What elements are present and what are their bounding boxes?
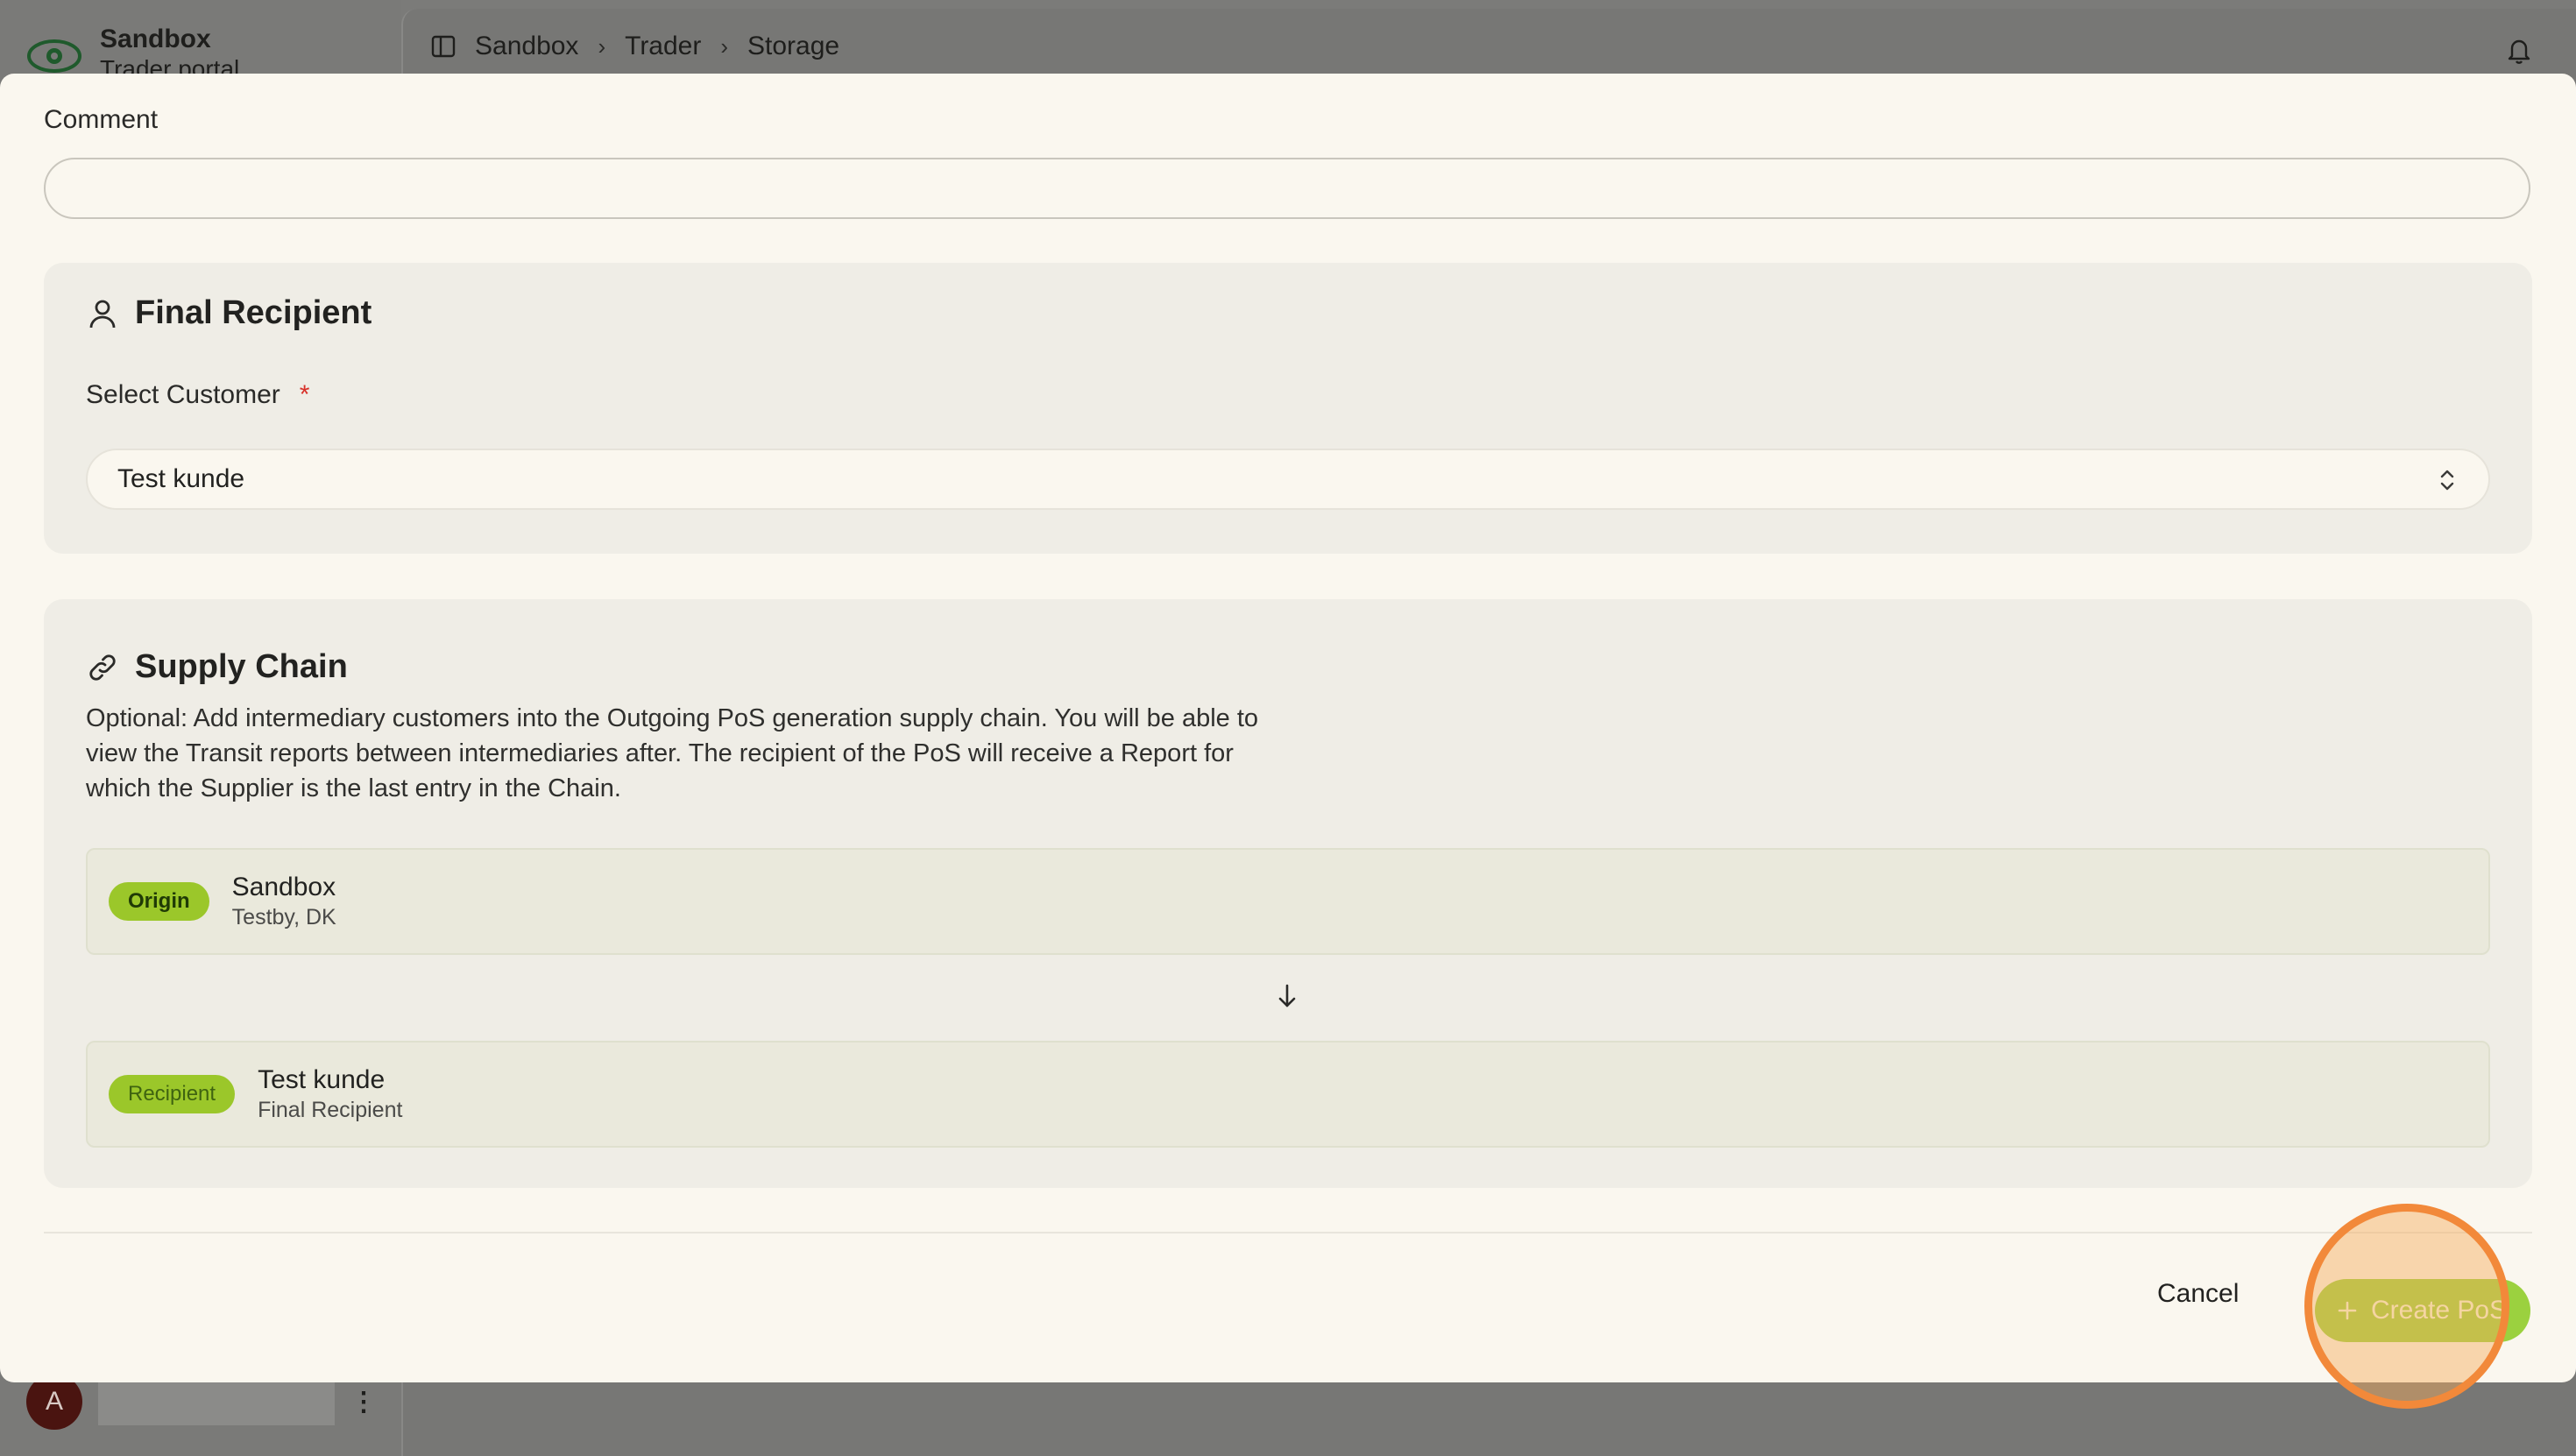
sidebar-toggle-icon[interactable] [431, 34, 456, 59]
origin-name: Sandbox [231, 873, 336, 901]
customer-select-value: Test kunde [117, 464, 245, 493]
comment-input[interactable] [44, 158, 2530, 219]
recipient-role: Final Recipient [258, 1098, 403, 1122]
arrow-down-icon [1278, 984, 1296, 1007]
supply-chain-title: Supply Chain [135, 648, 348, 685]
cancel-button[interactable]: Cancel [2157, 1279, 2239, 1309]
comment-label: Comment [44, 105, 159, 134]
customer-select[interactable]: Test kunde [86, 449, 2490, 510]
final-recipient-header: Final Recipient [86, 294, 372, 332]
origin-badge: Origin [109, 882, 209, 921]
chain-entry-recipient: Recipient Test kunde Final Recipient [86, 1041, 2490, 1148]
supply-chain-header: Supply Chain [86, 648, 348, 686]
breadcrumb-sandbox[interactable]: Sandbox [475, 32, 578, 61]
final-recipient-title: Final Recipient [135, 294, 372, 331]
chevron-right-icon: › [720, 32, 729, 60]
breadcrumb-trader[interactable]: Trader [625, 32, 701, 61]
user-info-redacted [98, 1378, 335, 1425]
user-icon [89, 300, 116, 328]
click-highlight-ring [2304, 1204, 2509, 1409]
breadcrumb-storage[interactable]: Storage [747, 32, 839, 61]
final-recipient-card: Final Recipient Select Customer * Test ku… [44, 263, 2532, 554]
footer-divider [44, 1232, 2532, 1233]
origin-location: Testby, DK [231, 905, 336, 929]
chain-entry-origin: Origin Sandbox Testby, DK [86, 848, 2490, 955]
chevron-up-down-icon [2440, 470, 2454, 491]
recipient-badge: Recipient [109, 1075, 236, 1113]
recipient-name: Test kunde [258, 1065, 386, 1094]
bell-icon[interactable] [2504, 35, 2534, 65]
brand-title: Sandbox [100, 25, 211, 53]
topbar: Sandbox › Trader › Storage [431, 32, 839, 61]
chevron-right-icon: › [598, 32, 606, 60]
select-customer-label: Select Customer * [86, 380, 309, 410]
supply-chain-card: Supply Chain Optional: Add intermediary … [44, 599, 2532, 1188]
more-vertical-icon[interactable]: ⋮ [350, 1387, 377, 1417]
link-icon [89, 654, 116, 681]
create-pos-modal: Comment Final Recipient Select Customer *… [0, 74, 2576, 1409]
required-marker: * [299, 380, 310, 409]
select-customer-text: Select Customer [86, 380, 280, 409]
supply-chain-description: Optional: Add intermediary customers int… [86, 704, 1259, 802]
